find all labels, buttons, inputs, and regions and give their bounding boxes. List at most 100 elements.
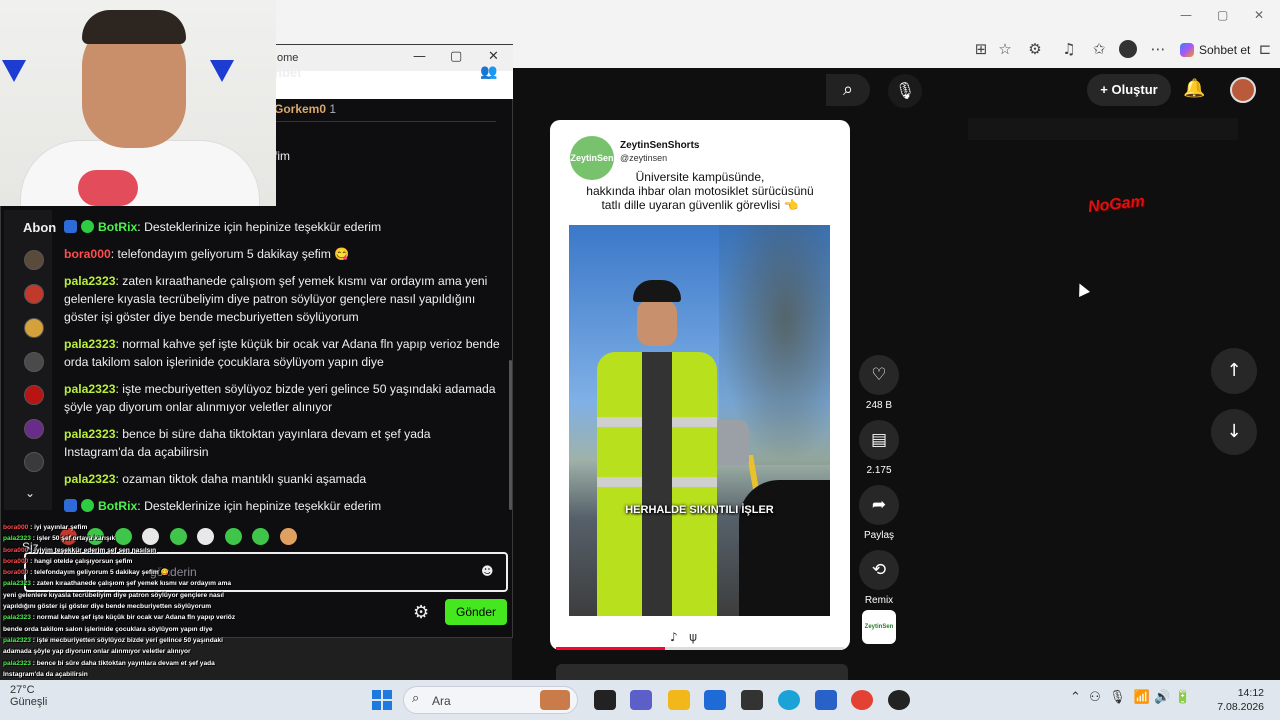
taskbar-search-label: Ara (432, 694, 451, 708)
channel-thumbnail[interactable]: ZeytinSen (862, 610, 896, 644)
minimize-icon[interactable]: — (413, 49, 426, 64)
next-short-peek (556, 664, 848, 680)
maximize-icon[interactable]: ▢ (450, 49, 462, 64)
heart-icon[interactable]: ♡ (859, 355, 899, 395)
create-button[interactable]: + Oluştur (1087, 74, 1171, 106)
favorites-icon[interactable]: ✩ (1090, 40, 1108, 58)
minimize-icon[interactable]: — (1180, 8, 1192, 22)
gear-icon[interactable]: ⚙ (413, 602, 429, 623)
comment-icon[interactable]: ▤ (859, 420, 899, 460)
remix-icon[interactable]: ⟲ (859, 550, 899, 590)
sidebar-icon[interactable]: ⊏ (1256, 40, 1274, 58)
profile-icon[interactable] (1119, 40, 1137, 58)
avatar[interactable] (24, 385, 44, 405)
chat-window-title: ome (277, 52, 299, 64)
windows-start-icon[interactable] (372, 690, 392, 710)
edge-icon[interactable] (778, 690, 800, 710)
chevron-down-icon[interactable]: ⌄ (25, 486, 35, 500)
avatar[interactable] (24, 318, 44, 338)
overlay-chat-user: pala2323 (3, 535, 31, 543)
system-tray[interactable]: ⌃ ⚇ 🎙 📶 🔊 🔋 (1070, 690, 1191, 705)
top-chatter: Gorkem0 1 (274, 102, 337, 116)
chat-username[interactable]: pala2323 (64, 382, 116, 396)
scrollbar[interactable] (509, 360, 512, 510)
store-icon[interactable] (704, 690, 726, 710)
overlay-chat-text: yapıldığını göster işi göster diye bende… (3, 603, 212, 611)
short-action[interactable]: ♡ 248 B (859, 355, 899, 411)
avatar[interactable] (1230, 77, 1256, 103)
chat-username[interactable]: bora000 (64, 247, 111, 261)
weather-widget[interactable]: 27°C Güneşli (10, 684, 47, 708)
app-icon[interactable] (741, 690, 763, 710)
bell-icon[interactable]: 🔔 (1183, 78, 1205, 99)
overlay-chat-text: Instagram'da da açabilirsin (3, 670, 88, 678)
chat-message: pala2323: zaten kıraathanede çalışıom şe… (64, 274, 488, 324)
avatar[interactable] (24, 284, 44, 304)
avatar[interactable] (24, 419, 44, 439)
overlay-chat-text: : iyi yayınlar şefim (28, 524, 88, 531)
short-card[interactable]: ZeytinSen ZeytinSenShorts @zeytinsen Üni… (550, 120, 850, 650)
media-icon[interactable]: ♫ (1060, 40, 1078, 58)
search-icon[interactable]: ⌕ (826, 74, 870, 106)
video-subtitle: HERHALDE SIKINTILI İŞLER (625, 504, 774, 516)
maximize-icon[interactable]: ▢ (1217, 8, 1228, 22)
progress-bar[interactable] (556, 647, 844, 650)
arrow-up-icon[interactable]: ↑ (1211, 348, 1257, 394)
close-icon[interactable]: ✕ (488, 49, 499, 64)
overlay-chat-user: bora000 (3, 557, 29, 565)
chat-messages: BotRix: Desteklerinize için hepinize teş… (64, 218, 500, 524)
chat-username[interactable]: pala2323 (64, 274, 116, 288)
chat-message: BotRix: Desteklerinize için hepinize teş… (64, 497, 500, 515)
avatar[interactable] (24, 452, 44, 472)
users-icon[interactable]: 👥 (480, 64, 497, 80)
chat-username[interactable]: BotRix (98, 220, 137, 234)
subscriptions-label: Abon (23, 220, 57, 235)
microphone-icon[interactable]: 🎙 (888, 74, 922, 108)
emoji-icon[interactable]: ☻ (481, 564, 494, 578)
overlay-chat-user: pala2323 (3, 580, 31, 588)
short-action[interactable]: ▤ 2.175 (859, 420, 899, 476)
overlay-diamond (2, 60, 26, 82)
short-video-frame[interactable]: HERHALDE SIKINTILI İŞLER (569, 225, 830, 616)
obs-icon[interactable] (888, 690, 910, 710)
search-highlight-icon[interactable] (540, 690, 570, 710)
chat-username[interactable]: pala2323 (64, 472, 116, 486)
copilot-chat-button[interactable]: Sohbet et (1180, 40, 1250, 60)
face (637, 300, 677, 346)
avatar[interactable] (24, 250, 44, 270)
short-caption: Üniversite kampüsünde, hakkında ihbar ol… (586, 170, 814, 212)
task-view-icon[interactable] (594, 690, 616, 710)
overlay-chat-line: bora000 : iyiyim teşekkür ederim şef sen… (3, 545, 293, 556)
shorts-strip (968, 118, 1238, 140)
chrome-icon[interactable] (851, 690, 873, 710)
send-button[interactable]: Gönder (445, 599, 507, 625)
overlay-chat-line: yapıldığını göster işi göster diye bende… (3, 601, 293, 612)
overlay-chat-user: pala2323 (3, 659, 31, 667)
more-icon[interactable]: ⋯ (1149, 40, 1167, 58)
share-icon[interactable]: ➦ (859, 485, 899, 525)
chat-text: işte mecburiyetten söylüyoz bizde yeri g… (64, 382, 496, 414)
overlay-chat-user: bora000 (3, 546, 29, 554)
chat-username[interactable]: BotRix (98, 499, 137, 513)
avatar[interactable] (24, 352, 44, 372)
chat-message: pala2323: işte mecburiyetten söylüyoz bi… (64, 382, 496, 414)
collections-icon[interactable]: ⊞ (972, 40, 990, 58)
chat-username[interactable]: pala2323 (64, 337, 116, 351)
arrow-down-icon[interactable]: ↓ (1211, 409, 1257, 455)
short-action[interactable]: ➦ Paylaş (859, 485, 899, 541)
short-action[interactable]: ⟲ Remix (859, 550, 899, 606)
chat-username[interactable]: pala2323 (64, 427, 116, 441)
chat-text: zaten kıraathanede çalışıom şef yemek kı… (64, 274, 488, 324)
favorite-star-icon[interactable]: ☆ (996, 40, 1014, 58)
close-icon[interactable]: ✕ (1254, 8, 1264, 22)
teams-icon[interactable] (630, 690, 652, 710)
copilot-icon (1180, 43, 1194, 57)
clock[interactable]: 14:12 7.08.2026 (1208, 686, 1264, 714)
chat-text: ozaman tiktok daha mantıklı şuanki aşama… (122, 472, 367, 486)
short-channel-name: ZeytinSenShorts (620, 140, 700, 151)
file-explorer-icon[interactable] (668, 690, 690, 710)
bot-badge-icon (64, 220, 77, 233)
app-icon[interactable] (815, 690, 837, 710)
extensions-icon[interactable]: ⚙ (1026, 40, 1044, 58)
overlay-chat-line: pala2323 : normal kahve şef işte küçük b… (3, 612, 293, 623)
